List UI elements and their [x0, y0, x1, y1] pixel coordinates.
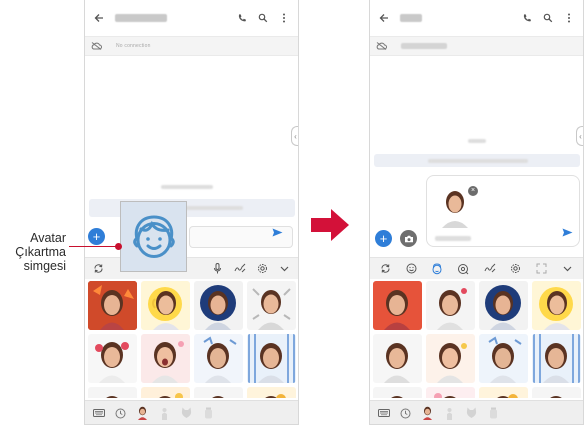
jar-icon[interactable] [199, 404, 218, 423]
clock-icon[interactable] [111, 404, 130, 423]
sticker-item[interactable] [88, 281, 137, 330]
keyboard-icon[interactable] [374, 404, 393, 423]
chevron-down-icon[interactable] [561, 262, 575, 276]
sticker-item[interactable] [194, 334, 243, 383]
avatar-icon[interactable] [418, 404, 437, 423]
cat-icon[interactable] [177, 404, 196, 423]
figure-icon[interactable] [155, 404, 174, 423]
sticker-item[interactable] [247, 281, 296, 330]
figure-icon[interactable] [440, 404, 459, 423]
handwriting-icon[interactable] [483, 262, 497, 276]
sticker-item[interactable] [141, 281, 190, 330]
avatar-sticker-icon-magnified[interactable] [120, 201, 187, 272]
callout-leader-line [69, 246, 118, 247]
sticker-item[interactable] [532, 387, 581, 398]
avatar-icon[interactable] [133, 404, 152, 423]
cat-icon[interactable] [462, 404, 481, 423]
remove-sticker-button[interactable]: × [468, 186, 478, 196]
contact-name-blurred [400, 14, 422, 22]
back-arrow-icon[interactable] [91, 10, 107, 26]
sticker-item[interactable] [426, 387, 475, 398]
emoji-icon[interactable] [404, 262, 418, 276]
avatar-sticker-grid [88, 281, 297, 398]
contact-name-blurred [115, 14, 167, 22]
camera-button[interactable] [400, 230, 417, 247]
cloud-off-icon [91, 37, 102, 55]
clock-icon[interactable] [396, 404, 415, 423]
status-text-blurred [401, 43, 447, 49]
sticker-item[interactable] [194, 387, 243, 398]
send-button[interactable] [270, 228, 284, 246]
callout-label: Avatar Çıkartma simgesi [15, 231, 66, 273]
settings-icon[interactable] [255, 262, 269, 276]
app-bar [370, 0, 583, 36]
date-separator-blurred [161, 185, 213, 189]
handwriting-icon[interactable] [233, 262, 247, 276]
keyboard-toolbar [85, 257, 298, 279]
microphone-icon[interactable] [210, 262, 224, 276]
transition-arrow-icon [311, 209, 349, 241]
attached-avatar-sticker [437, 188, 473, 228]
date-separator-blurred [468, 139, 486, 143]
sticker-item[interactable] [426, 334, 475, 383]
sticker-item[interactable] [194, 281, 243, 330]
connection-status-row: No connection [85, 36, 298, 56]
avatar-sticker-icon[interactable] [430, 262, 444, 276]
sticker-category-bar [85, 400, 298, 424]
edge-panel-handle[interactable]: ‹ [576, 126, 583, 146]
sticker-item[interactable] [247, 387, 296, 398]
more-vert-icon[interactable] [276, 10, 292, 26]
sticker-item[interactable] [247, 334, 296, 383]
chevron-down-icon[interactable] [278, 262, 292, 276]
add-attachment-button[interactable]: + [375, 230, 392, 247]
sticker-item[interactable] [373, 334, 422, 383]
search-icon[interactable] [255, 10, 271, 26]
status-text: No connection [116, 43, 151, 49]
sticker-item[interactable] [373, 281, 422, 330]
phone-icon[interactable] [234, 10, 250, 26]
add-attachment-button[interactable]: + [88, 228, 105, 245]
keyboard-toolbar [370, 257, 583, 279]
message-input-with-sticker[interactable]: × [426, 175, 580, 247]
send-button[interactable] [560, 228, 574, 246]
more-vert-icon[interactable] [561, 10, 577, 26]
sticker-item[interactable] [479, 387, 528, 398]
sticker-item[interactable] [88, 334, 137, 383]
connection-status-row [370, 36, 583, 56]
sticker-item[interactable] [141, 334, 190, 383]
avatar-sticker-grid [373, 281, 582, 398]
send-icon [272, 228, 282, 237]
message-row [374, 154, 580, 167]
sticker-item[interactable] [88, 387, 137, 398]
cloud-off-icon [376, 37, 387, 55]
send-icon [562, 228, 572, 237]
settings-icon[interactable] [509, 262, 523, 276]
right-phone-screen: ‹ × + [369, 0, 584, 425]
sticker-item[interactable] [373, 387, 422, 398]
expand-icon[interactable] [535, 262, 549, 276]
sticker-item[interactable] [479, 334, 528, 383]
app-bar [85, 0, 298, 36]
sticker-item[interactable] [141, 387, 190, 398]
sticker-item[interactable] [426, 281, 475, 330]
edge-panel-handle[interactable]: ‹ [291, 126, 298, 146]
avatar-sticker-icon [132, 214, 175, 258]
search-icon[interactable] [540, 10, 556, 26]
sync-icon[interactable] [91, 262, 105, 276]
sticker-item[interactable] [532, 334, 581, 383]
sync-icon[interactable] [378, 262, 392, 276]
sticker-item[interactable] [532, 281, 581, 330]
camera-icon [404, 235, 413, 242]
callout-dot [115, 243, 122, 250]
sticker-category-bar [370, 400, 583, 424]
sticker-item[interactable] [479, 281, 528, 330]
keyboard-icon[interactable] [89, 404, 108, 423]
phone-icon[interactable] [519, 10, 535, 26]
back-arrow-icon[interactable] [376, 10, 392, 26]
gif-icon[interactable] [456, 262, 470, 276]
jar-icon[interactable] [484, 404, 503, 423]
left-phone-screen: No connection ‹ + [84, 0, 299, 425]
